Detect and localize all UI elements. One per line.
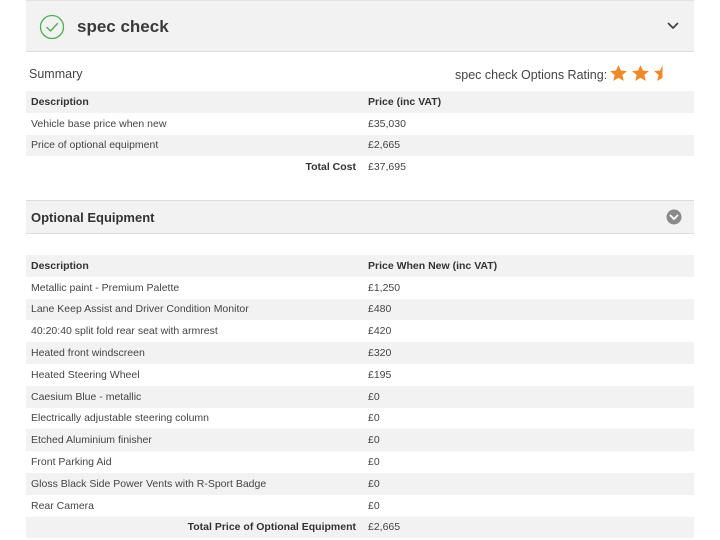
star-icon <box>654 65 663 81</box>
optional-rows: Metallic paint - Premium Palette £1,250 La… <box>26 277 694 517</box>
row-description: Heated Steering Wheel <box>31 368 140 381</box>
table-row: Lane Keep Assist and Driver Condition Mo… <box>26 298 694 321</box>
row-description: Etched Aluminium finisher <box>26 429 363 452</box>
row-price: £0 <box>363 385 694 408</box>
row-price: £0 <box>363 429 694 452</box>
summary-heading: Summary <box>29 67 83 81</box>
optional-equipment-table: Description Price When New (inc VAT) Met… <box>26 255 694 539</box>
table-row: Electrically adjustable steering column £… <box>26 408 694 430</box>
table-row: Caesium Blue - metallic £0 <box>26 385 694 408</box>
table-row: Price of optional equipment £2,665 <box>26 134 694 157</box>
chevron-down-circle-icon[interactable] <box>666 209 682 225</box>
total-row: Total Cost £37,695 <box>26 156 694 178</box>
table-header-row: Description Price When New (inc VAT) <box>26 255 694 277</box>
star-icon <box>632 65 649 81</box>
row-description: Heated front windscreen <box>26 342 363 364</box>
column-header-description: Description <box>26 91 363 113</box>
row-description: Price of optional equipment <box>26 134 363 157</box>
row-description: Electrically adjustable steering column <box>31 412 210 425</box>
table-row: Rear Camera £0 <box>26 495 694 517</box>
row-price: £0 <box>368 456 380 469</box>
row-description: Rear Camera <box>31 499 95 512</box>
row-description: Vehicle base price when new <box>31 117 167 130</box>
total-row: Total Price of Optional Equipment £2,665 <box>26 516 694 539</box>
row-description: 40:20:40 split fold rear seat with armre… <box>31 325 218 338</box>
row-price: £0 <box>368 412 380 425</box>
table-row: Heated front windscreen £320 <box>26 342 694 364</box>
check-circle-icon <box>39 14 65 40</box>
row-price: £1,250 <box>368 281 401 294</box>
total-label: Total Cost <box>305 161 356 174</box>
row-price: £320 <box>363 342 694 364</box>
total-value: £37,695 <box>368 161 406 174</box>
table-row: Gloss Black Side Power Vents with R-Spor… <box>26 472 694 495</box>
table-row: Front Parking Aid £0 <box>26 451 694 473</box>
column-header-description: Description <box>26 255 363 277</box>
row-description: Front Parking Aid <box>31 456 112 469</box>
panel-title: spec check <box>77 17 169 36</box>
total-value: £2,665 <box>363 516 694 539</box>
optional-equipment-header[interactable]: Optional Equipment <box>26 200 694 234</box>
row-price: £195 <box>368 368 392 381</box>
options-rating-label: spec check Options Rating: <box>455 68 608 82</box>
table-row: Vehicle base price when new £35,030 <box>26 113 694 135</box>
chevron-down-icon[interactable] <box>666 19 680 33</box>
options-rating-stars <box>609 64 672 84</box>
table-row: Heated Steering Wheel £195 <box>26 364 694 386</box>
row-price: £0 <box>363 472 694 495</box>
total-label: Total Price of Optional Equipment <box>26 516 363 539</box>
row-description: Lane Keep Assist and Driver Condition Mo… <box>26 298 363 321</box>
row-price: £420 <box>368 325 392 338</box>
table-row: 40:20:40 split fold rear seat with armre… <box>26 320 694 342</box>
column-header-price: Price When New (inc VAT) <box>363 255 694 277</box>
row-price: £2,665 <box>363 134 694 157</box>
summary-table: Description Price (inc VAT) Vehicle base… <box>26 91 694 178</box>
row-price: £0 <box>368 499 380 512</box>
row-description: Gloss Black Side Power Vents with R-Spor… <box>26 472 363 495</box>
optional-equipment-title: Optional Equipment <box>31 210 155 225</box>
row-price: £35,030 <box>368 117 406 130</box>
table-row: Etched Aluminium finisher £0 <box>26 429 694 452</box>
star-icon <box>610 65 627 81</box>
table-header-row: Description Price (inc VAT) <box>26 91 694 113</box>
row-description: Caesium Blue - metallic <box>26 385 363 408</box>
column-header-price: Price (inc VAT) <box>363 91 694 113</box>
spec-check-panel-header[interactable]: spec check <box>26 0 694 52</box>
row-price: £480 <box>363 298 694 321</box>
row-description: Metallic paint - Premium Palette <box>31 281 180 294</box>
table-row: Metallic paint - Premium Palette £1,250 <box>26 277 694 299</box>
